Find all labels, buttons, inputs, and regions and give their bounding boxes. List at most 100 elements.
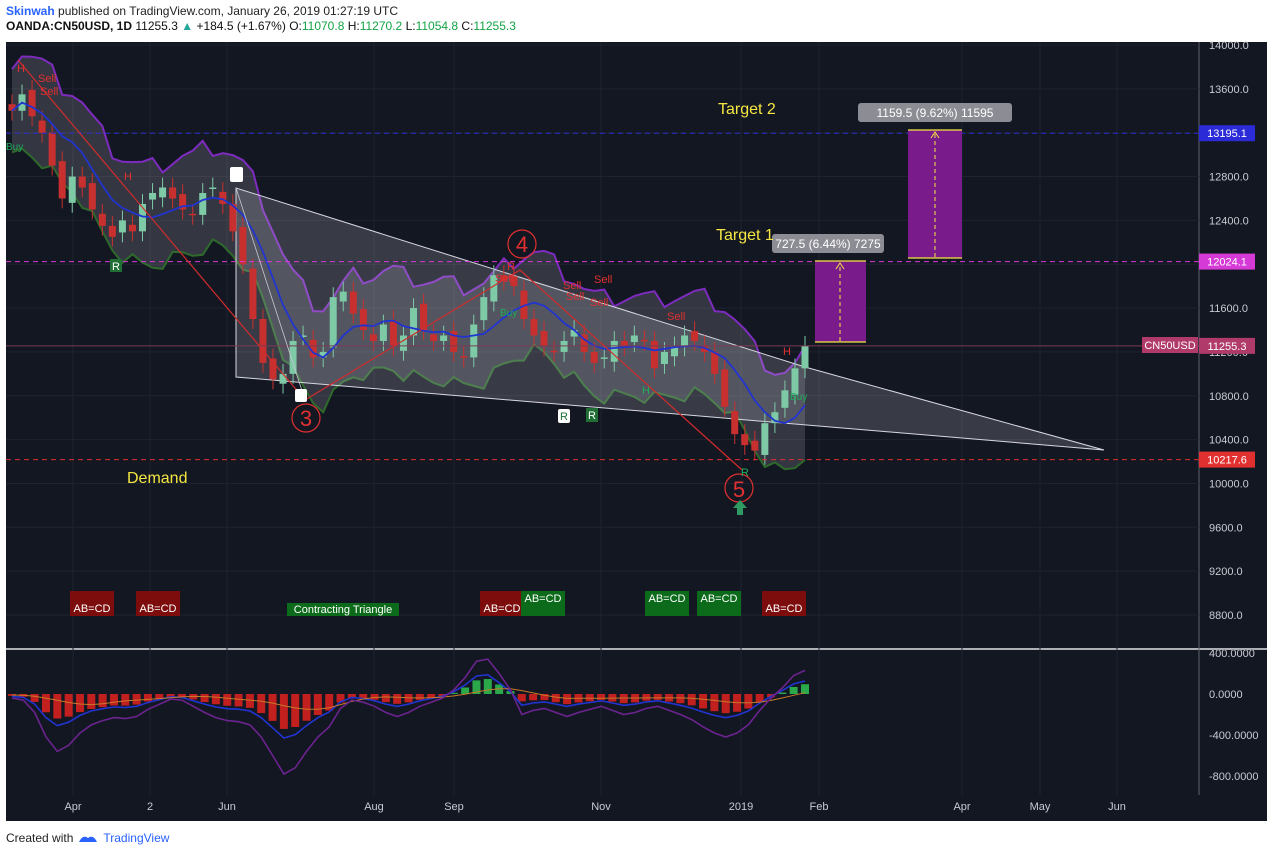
candle-body xyxy=(199,192,207,215)
oscillator-panel[interactable] xyxy=(6,650,1199,795)
oscillator-bar xyxy=(132,694,141,705)
time-tick-label: Apr xyxy=(953,801,970,813)
abcd-label: AB=CD xyxy=(525,593,562,605)
candle-body xyxy=(279,373,287,384)
oscillator-bar xyxy=(302,694,311,721)
sell-signal: Sell xyxy=(590,297,608,309)
r-marker-box xyxy=(295,389,307,402)
candle-body xyxy=(159,187,167,198)
wave4-label: 4 xyxy=(516,232,528,257)
oscillator-bar xyxy=(597,694,606,700)
oscillator-bar xyxy=(245,694,254,708)
r-marker: R xyxy=(507,261,515,273)
price-tick-label: 9200.0 xyxy=(1209,566,1243,578)
candle-body xyxy=(480,297,488,321)
oscillator-bar xyxy=(721,694,730,714)
oscillator-bar xyxy=(676,694,685,704)
oscillator-tick-label: -400.0000 xyxy=(1209,730,1259,742)
price-level-label: 11255.3 xyxy=(1208,341,1247,353)
oscillator-bar xyxy=(64,694,73,717)
candle-body xyxy=(399,335,407,351)
time-tick-label: 2 xyxy=(147,801,153,813)
oscillator-bar xyxy=(744,694,753,709)
candle-body xyxy=(600,357,608,359)
abcd-label: AB=CD xyxy=(701,593,738,605)
candle-body xyxy=(88,183,96,210)
candle-body xyxy=(28,89,36,117)
time-tick-label: Aug xyxy=(364,801,384,813)
candle-body xyxy=(239,226,247,265)
oscillator-bar xyxy=(653,694,662,700)
candle-body xyxy=(38,120,46,133)
r-marker: R xyxy=(588,410,596,422)
oscillator-bar xyxy=(461,687,470,694)
h-marker: H xyxy=(783,346,791,358)
price-level-label: 10217.6 xyxy=(1207,455,1247,467)
candle-body xyxy=(58,161,66,199)
sell-signal: Sell xyxy=(40,86,58,98)
time-tick-labels: Apr 2 Jun Aug Sep Nov 2019 Feb Apr May Jun xyxy=(64,801,1125,813)
wave3-label: 3 xyxy=(300,406,312,431)
candle-body xyxy=(691,331,699,341)
time-axis[interactable] xyxy=(6,795,1267,821)
candle-body xyxy=(530,319,538,336)
candle-body xyxy=(640,339,648,342)
candle-body xyxy=(781,390,789,408)
candle-body xyxy=(630,335,638,343)
time-tick-label: Jun xyxy=(1108,801,1126,813)
candle-body xyxy=(711,351,719,374)
oscillator-bar xyxy=(585,694,594,702)
candle-body xyxy=(349,291,357,314)
target1-box[interactable] xyxy=(815,261,866,342)
candle-body xyxy=(118,220,126,233)
candle-body xyxy=(369,334,377,341)
oscillator-bar xyxy=(121,694,130,706)
oscillator-bar xyxy=(381,694,390,703)
candle-body xyxy=(460,356,468,358)
oscillator-bar xyxy=(223,694,232,706)
tradingview-logo-icon xyxy=(79,836,98,842)
candle-body xyxy=(410,308,418,336)
oscillator-bar xyxy=(257,694,266,714)
candle-body xyxy=(721,369,729,407)
target2-label: Target 2 xyxy=(718,101,776,118)
price-tick-label: 8800.0 xyxy=(1209,610,1243,622)
oscillator-bar xyxy=(234,694,243,707)
oscillator-bar xyxy=(143,694,152,702)
created-with-label: Created with xyxy=(6,831,74,845)
candle-body xyxy=(761,423,769,455)
oscillator-bar xyxy=(211,694,220,705)
h-marker: H xyxy=(17,63,25,75)
candle-body xyxy=(48,132,56,166)
oscillator-bar xyxy=(393,694,402,704)
candle-body xyxy=(801,345,809,369)
price-tick-label: 9600.0 xyxy=(1209,522,1243,534)
r-marker-box xyxy=(230,167,243,182)
buy-signal: Buy xyxy=(500,308,517,319)
time-tick-label: May xyxy=(1030,801,1051,813)
sell-signal: Sell xyxy=(495,273,513,285)
time-tick-label: 2019 xyxy=(729,801,753,813)
oscillator-bar xyxy=(30,694,39,702)
price-level-label: 12024.1 xyxy=(1207,257,1247,269)
candle-body xyxy=(379,324,387,341)
candle-body xyxy=(650,340,658,369)
sell-signal: Sell xyxy=(594,274,612,286)
oscillator-bar xyxy=(109,694,118,706)
target1-label: Target 1 xyxy=(716,227,774,244)
r-marker: R xyxy=(741,467,749,479)
oscillator-bar xyxy=(699,694,708,709)
candle-body xyxy=(249,268,257,320)
oscillator-bar xyxy=(41,694,50,713)
time-tick-label: Apr xyxy=(64,801,81,813)
candle-body xyxy=(420,303,428,330)
footer: Created with TradingView xyxy=(6,831,169,845)
tradingview-brand[interactable]: TradingView xyxy=(103,831,169,845)
candle-body xyxy=(560,340,568,352)
candle-body xyxy=(108,225,116,237)
oscillator-bar xyxy=(483,679,492,694)
candle-body xyxy=(359,309,367,330)
abcd-label: AB=CD xyxy=(140,603,177,615)
abcd-label: AB=CD xyxy=(74,603,111,615)
chart-canvas[interactable]: 14000.013600.013200.012800.012400.012000… xyxy=(0,0,1274,855)
